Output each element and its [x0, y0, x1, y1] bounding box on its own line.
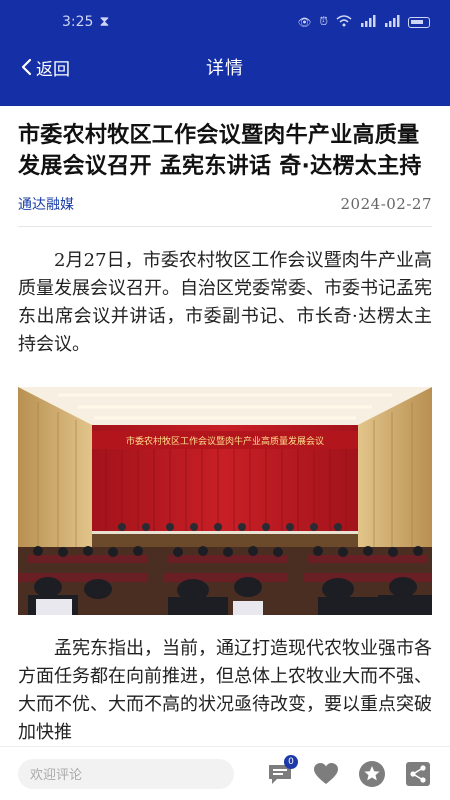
comment-placeholder: 欢迎评论 [30, 768, 83, 783]
article-paragraph: 2月27日，市委农村牧区工作会议暨肉牛产业高质量发展会议召开。自治区党委常委、市… [18, 250, 432, 355]
signal-icon [360, 14, 376, 30]
article-date: 2024-02-27 [340, 195, 432, 213]
battery-icon [408, 16, 430, 28]
back-button[interactable]: 返回 [20, 55, 70, 80]
favorite-button[interactable] [358, 760, 386, 788]
meeting-photo[interactable]: 市委农村牧区工作会议暨肉牛产业高质量发展会议 [18, 387, 432, 615]
hourglass-icon: ⧗ [99, 14, 110, 30]
like-button[interactable] [312, 760, 340, 788]
article-source[interactable]: 通达融媒 [18, 194, 74, 214]
article-title: 市委农村牧区工作会议暨肉牛产业高质量发展会议召开 孟宪东讲话 奇·达楞太主持 [18, 123, 422, 179]
share-icon [406, 761, 430, 786]
comments-button[interactable]: 0 [266, 754, 298, 788]
article-content[interactable]: 市委农村牧区工作会议暨肉牛产业高质量发展会议召开 孟宪东讲话 奇·达楞太主持 通… [0, 106, 450, 746]
comment-count-badge: 0 [284, 754, 298, 769]
meeting-photo-illustration: 市委农村牧区工作会议暨肉牛产业高质量发展会议 [18, 387, 432, 615]
action-icons: 0 [266, 754, 432, 788]
eye-icon: 👁︎ [297, 15, 312, 29]
star-icon [359, 760, 385, 787]
photo-banner-text: 市委农村牧区工作会议暨肉牛产业高质量发展会议 [126, 435, 324, 447]
bottom-action-bar: 欢迎评论 0 [0, 746, 450, 800]
chevron-left-icon [21, 58, 32, 76]
comment-input[interactable]: 欢迎评论 [18, 758, 234, 789]
top-header: 3:25 ⧗ 👁︎ ⏰︎ 返回 详情 [0, 0, 450, 106]
status-icons: 👁︎ ⏰︎ [297, 14, 430, 30]
signal-2-icon [384, 14, 400, 30]
back-label: 返回 [36, 59, 70, 80]
nav-bar: 返回 详情 [0, 48, 450, 86]
heart-icon [314, 762, 338, 784]
wifi-icon [336, 14, 352, 30]
alarm-icon: ⏰︎ [319, 15, 328, 28]
status-bar: 3:25 ⧗ 👁︎ ⏰︎ [0, 10, 450, 34]
status-time: 3:25 [62, 14, 94, 30]
divider [18, 226, 432, 227]
status-time-group: 3:25 ⧗ [62, 14, 109, 30]
article-paragraph-2: 孟宪东指出，当前，通辽打造现代农牧业强市各方面任务都在向前推进，但总体上农牧业大… [18, 638, 432, 743]
share-button[interactable] [404, 760, 432, 788]
article-meta: 通达融媒 2024-02-27 [18, 194, 432, 214]
